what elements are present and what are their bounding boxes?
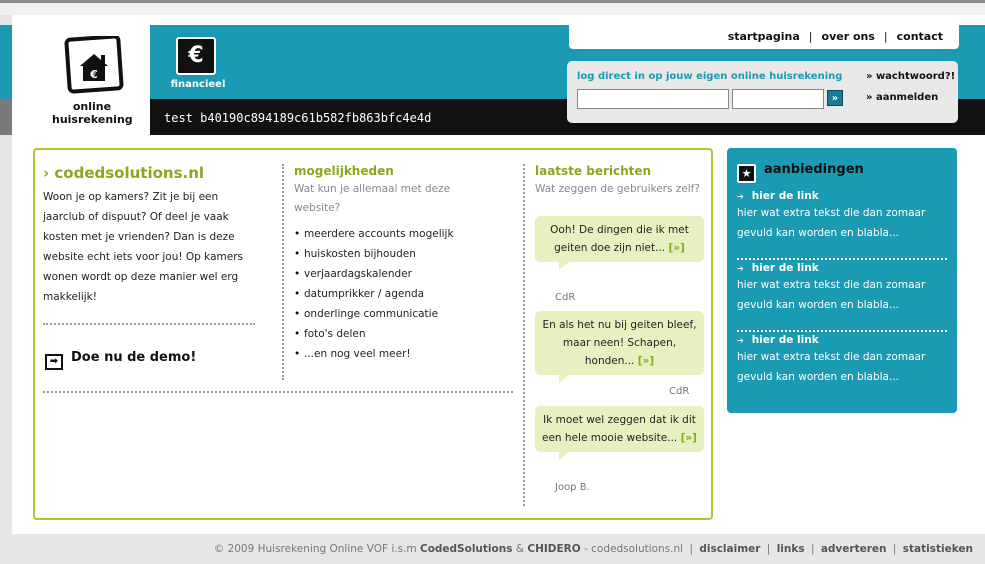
list-item: ...en nog veel meer!	[294, 344, 494, 364]
post-bubble: Ooh! De dingen die ik met geiten doe zij…	[535, 216, 704, 270]
posts-subtitle: Wat zeggen de gebruikers zelf?	[535, 183, 700, 195]
intro-divider	[43, 323, 255, 325]
footer-separator: |	[810, 543, 815, 555]
post-bubble: En als het nu bij geiten bleef, maar nee…	[535, 311, 704, 383]
financieel-label[interactable]: financieel	[168, 79, 228, 90]
post-author: Joop B.	[555, 482, 590, 493]
house-euro-icon: €	[64, 34, 124, 94]
list-item: foto's delen	[294, 324, 494, 344]
offers-title-text: aanbiedingen	[764, 162, 864, 177]
offer-divider	[737, 330, 947, 332]
offer-link[interactable]: ➜ hier de link	[737, 262, 947, 274]
offer-link-label: hier de link	[751, 334, 819, 346]
nav-separator: |	[808, 30, 813, 43]
offer-text: hier wat extra tekst die dan zomaar gevu…	[737, 279, 926, 311]
logo-line1: online	[72, 100, 112, 113]
header-test-text: test b40190c894189c61b582fb863bfc4e4d	[164, 111, 432, 125]
svg-text:€: €	[89, 68, 98, 81]
features-list: meerdere accounts mogelijk huiskosten bi…	[294, 224, 494, 364]
offer-item: ➜ hier de link hier wat extra tekst die d…	[737, 190, 947, 243]
logo-line2: huisrekening	[52, 113, 133, 126]
site-logo[interactable]: € online huisrekening	[52, 34, 133, 131]
offers-title: ★ aanbiedingen	[737, 162, 864, 183]
offers-panel: ★ aanbiedingen ➜ hier de link hier wat ext…	[727, 148, 957, 413]
post-text: Ik moet wel zeggen dat ik dit een hele m…	[542, 414, 696, 444]
intro-column: › codedsolutions.nl Woon je op kamers? Z…	[43, 164, 253, 307]
posts-column: laatste berichten Wat zeggen de gebruike…	[535, 164, 707, 493]
footer-amp: &	[515, 543, 525, 555]
footer-link-disclaimer[interactable]: disclaimer	[699, 543, 760, 555]
features-title: mogelijkheden	[294, 164, 394, 178]
login-panel: log direct in op jouw eigen online huisr…	[567, 61, 958, 123]
footer-separator: |	[766, 543, 771, 555]
offer-item: ➜ hier de link hier wat extra tekst die d…	[737, 334, 947, 387]
left-accent-grey	[0, 100, 12, 135]
post-author: CdR	[555, 292, 576, 303]
read-more-link[interactable]: [»]	[681, 432, 697, 444]
post-text: En als het nu bij geiten bleef, maar nee…	[542, 319, 697, 367]
footer-link-adverteren[interactable]: adverteren	[821, 543, 887, 555]
offer-divider	[737, 258, 947, 260]
arrow-right-icon: ➡	[45, 354, 63, 370]
footer-separator: |	[892, 543, 897, 555]
arrow-right-icon: ➜	[737, 192, 744, 201]
main-content-box: › codedsolutions.nl Woon je op kamers? Z…	[33, 148, 713, 520]
column-divider-1	[282, 164, 284, 380]
features-column: mogelijkheden Wat kun je allemaal met de…	[294, 164, 494, 364]
left-accent-teal	[0, 25, 12, 100]
footer-partner-2: CHIDERO	[527, 543, 581, 555]
footer: © 2009 Huisrekening Online VOF i.s.m Cod…	[0, 543, 973, 555]
read-more-link[interactable]: [»]	[668, 242, 684, 254]
arrow-right-icon: ➜	[737, 336, 744, 345]
top-strip	[0, 3, 985, 15]
list-item: meerdere accounts mogelijk	[294, 224, 494, 244]
top-nav: startpagina | over ons | contact	[569, 25, 959, 49]
footer-link-statistieken[interactable]: statistieken	[903, 543, 973, 555]
offer-link-label: hier de link	[751, 262, 819, 274]
content-divider	[43, 391, 513, 393]
list-item: huiskosten bijhouden	[294, 244, 494, 264]
forgot-password-link[interactable]: » wachtwoord?!	[866, 71, 955, 82]
read-more-link[interactable]: [»]	[638, 355, 654, 367]
offer-link[interactable]: ➜ hier de link	[737, 190, 947, 202]
nav-over-ons[interactable]: over ons	[822, 30, 875, 43]
euro-badge-icon[interactable]: €	[176, 37, 216, 75]
list-item: datumprikker / agenda	[294, 284, 494, 304]
offer-text: hier wat extra tekst die dan zomaar gevu…	[737, 351, 926, 383]
offer-item: ➜ hier de link hier wat extra tekst die d…	[737, 262, 947, 315]
post-author: CdR	[669, 386, 690, 397]
nav-contact[interactable]: contact	[897, 30, 943, 43]
arrow-right-icon: ➜	[737, 264, 744, 273]
star-icon: ★	[737, 164, 756, 183]
features-subtitle: Wat kun je allemaal met deze website?	[294, 183, 451, 214]
footer-domain: - codedsolutions.nl	[584, 543, 684, 555]
login-submit-button[interactable]: »	[827, 90, 843, 106]
password-input[interactable]	[732, 89, 824, 109]
offer-link-label: hier de link	[751, 190, 819, 202]
intro-text: Woon je op kamers? Zit je bij een jaarcl…	[43, 191, 243, 303]
footer-link-links[interactable]: links	[777, 543, 805, 555]
footer-copyright: © 2009 Huisrekening Online VOF i.s.m	[213, 543, 417, 555]
username-input[interactable]	[577, 89, 729, 109]
login-title: log direct in op jouw eigen online huisr…	[577, 71, 843, 82]
nav-startpagina[interactable]: startpagina	[728, 30, 800, 43]
page-container: € online huisrekening € financieel test …	[12, 15, 985, 534]
demo-button[interactable]: ➡ Doe nu de demo!	[45, 350, 196, 370]
column-divider-2	[523, 164, 525, 506]
posts-title: laatste berichten	[535, 164, 652, 178]
list-item: onderlinge communicatie	[294, 304, 494, 324]
demo-label: Doe nu de demo!	[71, 350, 197, 365]
logo-text: online huisrekening	[52, 100, 133, 126]
register-link[interactable]: » aanmelden	[866, 92, 938, 103]
offer-text: hier wat extra tekst die dan zomaar gevu…	[737, 207, 926, 239]
footer-partner-1: CodedSolutions	[419, 543, 513, 555]
intro-title[interactable]: › codedsolutions.nl	[43, 164, 253, 182]
offer-link[interactable]: ➜ hier de link	[737, 334, 947, 346]
list-item: verjaardagskalender	[294, 264, 494, 284]
nav-separator: |	[883, 30, 888, 43]
footer-separator: |	[689, 543, 693, 555]
post-bubble: Ik moet wel zeggen dat ik dit een hele m…	[535, 406, 704, 460]
